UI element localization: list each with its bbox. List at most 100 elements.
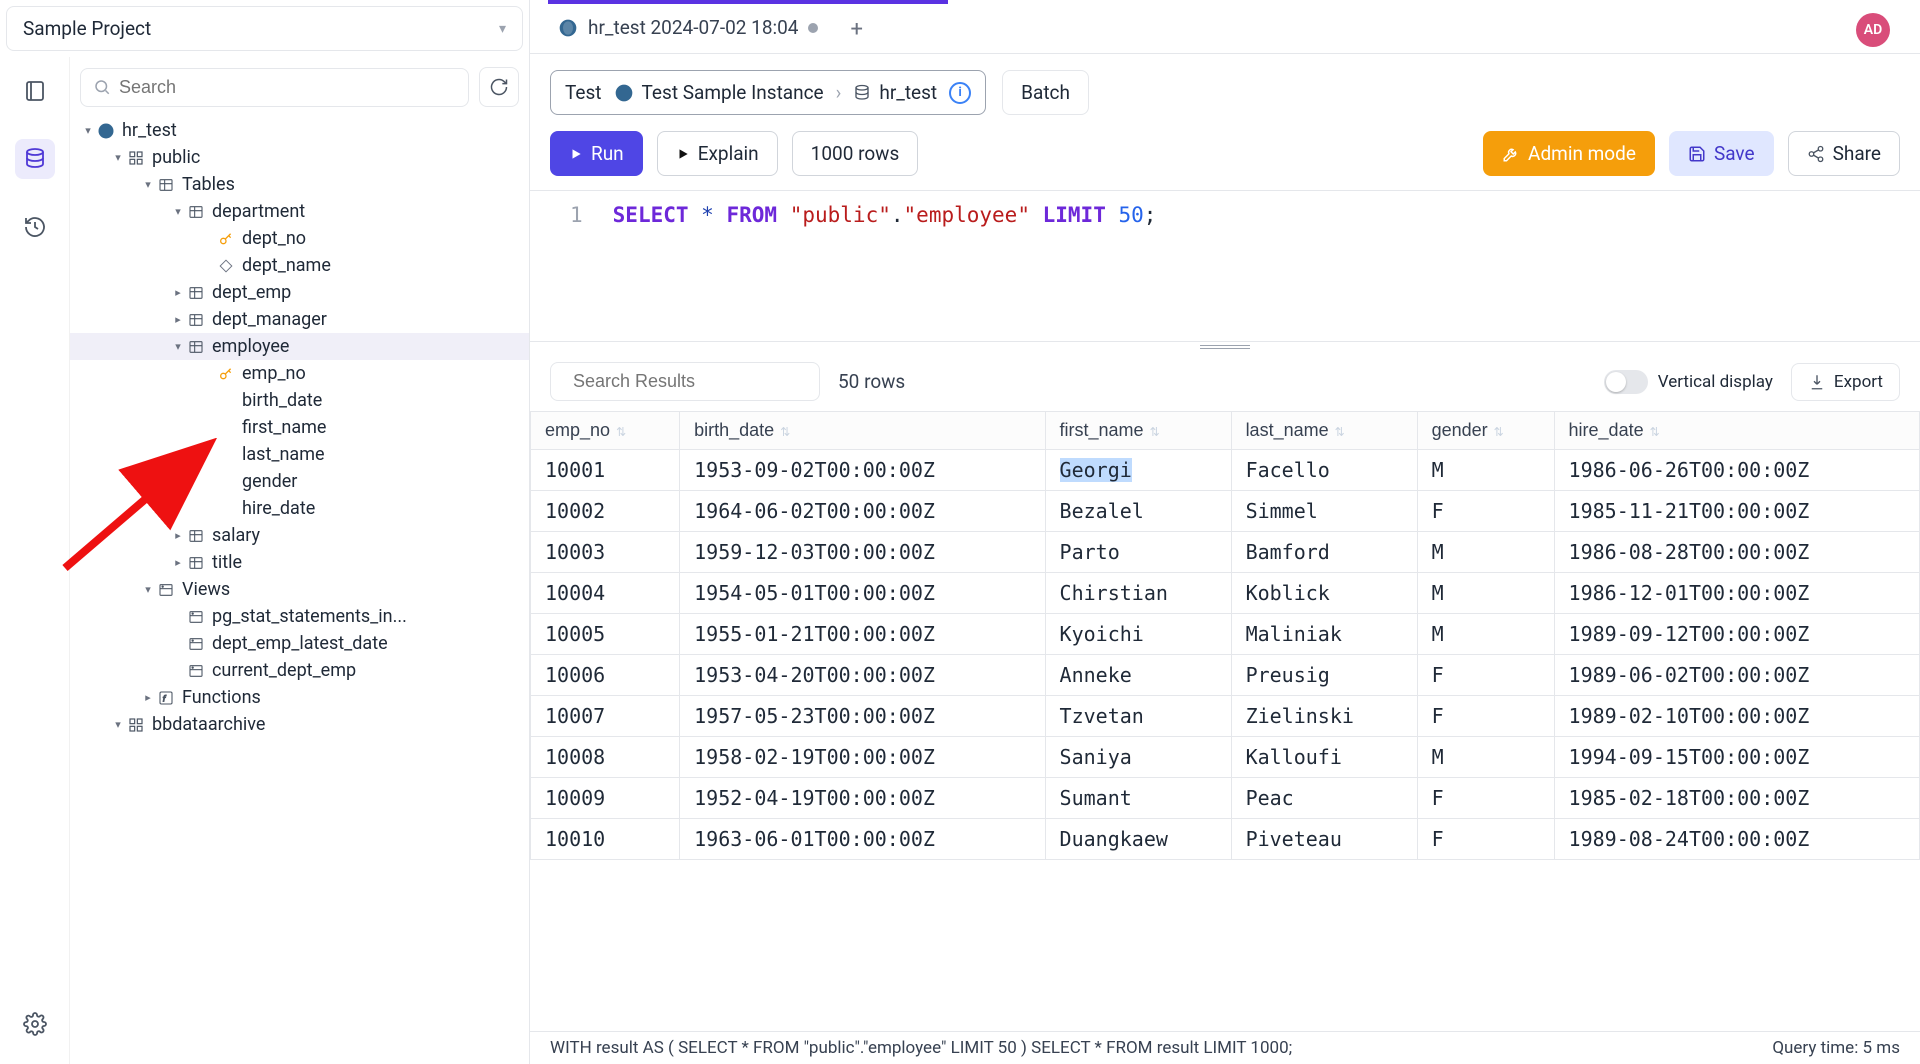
tree-functions[interactable]: ▸fFunctions [70, 684, 529, 711]
tree-empty[interactable] [70, 738, 529, 744]
tree-column-gender[interactable]: gender [70, 468, 529, 495]
col-hire_date[interactable]: hire_date⇅ [1554, 412, 1919, 450]
table-row[interactable]: 100071957-05-23T00:00:00ZTzvetanZielinsk… [531, 696, 1920, 737]
cell[interactable]: 10006 [531, 655, 680, 696]
cell[interactable]: Parto [1045, 532, 1231, 573]
cell[interactable]: 10008 [531, 737, 680, 778]
table-row[interactable]: 100081958-02-19T00:00:00ZSaniyaKalloufiM… [531, 737, 1920, 778]
cell[interactable]: 1985-02-18T00:00:00Z [1554, 778, 1919, 819]
table-row[interactable]: 100021964-06-02T00:00:00ZBezalelSimmelF1… [531, 491, 1920, 532]
cell[interactable]: 1953-09-02T00:00:00Z [680, 450, 1045, 491]
table-row[interactable]: 100041954-05-01T00:00:00ZChirstianKoblic… [531, 573, 1920, 614]
results-search[interactable] [550, 362, 820, 401]
cell[interactable]: 1986-06-26T00:00:00Z [1554, 450, 1919, 491]
breadcrumb[interactable]: Test Test Sample Instance › hr_test i [550, 70, 986, 115]
cell[interactable]: M [1417, 614, 1554, 655]
col-first_name[interactable]: first_name⇅ [1045, 412, 1231, 450]
tree-table-salary[interactable]: ▸salary [70, 522, 529, 549]
cell[interactable]: Duangkaew [1045, 819, 1231, 860]
cell[interactable]: 1989-09-12T00:00:00Z [1554, 614, 1919, 655]
cell[interactable]: Maliniak [1231, 614, 1417, 655]
share-button[interactable]: Share [1788, 131, 1900, 176]
table-row[interactable]: 100031959-12-03T00:00:00ZPartoBamfordM19… [531, 532, 1920, 573]
rail-settings-icon[interactable] [15, 1004, 55, 1044]
col-emp_no[interactable]: emp_no⇅ [531, 412, 680, 450]
cell[interactable]: F [1417, 819, 1554, 860]
cell[interactable]: M [1417, 737, 1554, 778]
cell[interactable]: 10007 [531, 696, 680, 737]
cell[interactable]: Zielinski [1231, 696, 1417, 737]
cell[interactable]: Bamford [1231, 532, 1417, 573]
tree-column-hire_date[interactable]: hire_date [70, 495, 529, 522]
cell[interactable]: 10010 [531, 819, 680, 860]
cell[interactable]: 10003 [531, 532, 680, 573]
cell[interactable]: 1959-12-03T00:00:00Z [680, 532, 1045, 573]
tree-column-emp_no[interactable]: emp_no [70, 360, 529, 387]
cell[interactable]: F [1417, 696, 1554, 737]
batch-button[interactable]: Batch [1002, 70, 1089, 115]
rail-database-icon[interactable] [15, 139, 55, 179]
tree-schema[interactable]: ▾public [70, 144, 529, 171]
cell[interactable]: Chirstian [1045, 573, 1231, 614]
results-drag-handle[interactable] [530, 342, 1920, 352]
tree-view[interactable]: dept_emp_latest_date [70, 630, 529, 657]
tree-column-last_name[interactable]: last_name [70, 441, 529, 468]
cell[interactable]: 10009 [531, 778, 680, 819]
cell[interactable]: 1994-09-15T00:00:00Z [1554, 737, 1919, 778]
tree-table-employee[interactable]: ▾employee [70, 333, 529, 360]
cell[interactable]: Simmel [1231, 491, 1417, 532]
cell[interactable]: 1964-06-02T00:00:00Z [680, 491, 1045, 532]
cell[interactable]: Kalloufi [1231, 737, 1417, 778]
col-gender[interactable]: gender⇅ [1417, 412, 1554, 450]
refresh-button[interactable] [479, 67, 519, 107]
cell[interactable]: M [1417, 573, 1554, 614]
project-selector[interactable]: Sample Project ▾ [6, 6, 523, 51]
breadcrumb-instance[interactable]: Test Sample Instance [614, 81, 824, 104]
breadcrumb-db[interactable]: hr_test [853, 81, 937, 104]
tree-schema-archive[interactable]: ▾bbdataarchive [70, 711, 529, 738]
cell[interactable]: 10004 [531, 573, 680, 614]
table-row[interactable]: 100101963-06-01T00:00:00ZDuangkaewPivete… [531, 819, 1920, 860]
results-table[interactable]: emp_no⇅birth_date⇅first_name⇅last_name⇅g… [530, 411, 1920, 860]
table-row[interactable]: 100061953-04-20T00:00:00ZAnnekePreusigF1… [531, 655, 1920, 696]
cell[interactable]: 1989-08-24T00:00:00Z [1554, 819, 1919, 860]
table-row[interactable]: 100091952-04-19T00:00:00ZSumantPeacF1985… [531, 778, 1920, 819]
cell[interactable]: 1953-04-20T00:00:00Z [680, 655, 1045, 696]
cell[interactable]: Preusig [1231, 655, 1417, 696]
cell[interactable]: 1989-02-10T00:00:00Z [1554, 696, 1919, 737]
tree-views[interactable]: ▾Views [70, 576, 529, 603]
tab-add[interactable]: + [850, 17, 862, 42]
cell[interactable]: F [1417, 778, 1554, 819]
tree-table-dept_manager[interactable]: ▸dept_manager [70, 306, 529, 333]
tree-search-input[interactable] [119, 77, 456, 98]
cell[interactable]: 10002 [531, 491, 680, 532]
cell[interactable]: F [1417, 491, 1554, 532]
cell[interactable]: 1955-01-21T00:00:00Z [680, 614, 1045, 655]
cell[interactable]: Piveteau [1231, 819, 1417, 860]
table-row[interactable]: 100051955-01-21T00:00:00ZKyoichiMaliniak… [531, 614, 1920, 655]
cell[interactable]: Tzvetan [1045, 696, 1231, 737]
rail-project-icon[interactable] [15, 71, 55, 111]
table-row[interactable]: 100011953-09-02T00:00:00ZGeorgiFacelloM1… [531, 450, 1920, 491]
cell[interactable]: M [1417, 450, 1554, 491]
cell[interactable]: 1958-02-19T00:00:00Z [680, 737, 1045, 778]
cell[interactable]: 1985-11-21T00:00:00Z [1554, 491, 1919, 532]
export-button[interactable]: Export [1791, 363, 1900, 401]
vertical-display-toggle[interactable] [1604, 370, 1648, 394]
cell[interactable]: 1963-06-01T00:00:00Z [680, 819, 1045, 860]
results-search-input[interactable] [573, 371, 805, 392]
tree-view[interactable]: pg_stat_statements_in... [70, 603, 529, 630]
cell[interactable]: Saniya [1045, 737, 1231, 778]
cell[interactable]: 10001 [531, 450, 680, 491]
cell[interactable]: Anneke [1045, 655, 1231, 696]
sql-editor[interactable]: 1 SELECT * FROM "public"."employee" LIMI… [530, 191, 1920, 341]
editor-tab[interactable]: hr_test 2024-07-02 18:04 [550, 8, 832, 51]
cell[interactable]: Koblick [1231, 573, 1417, 614]
tree-column-birth_date[interactable]: birth_date [70, 387, 529, 414]
cell[interactable]: 1986-08-28T00:00:00Z [1554, 532, 1919, 573]
cell[interactable]: 1989-06-02T00:00:00Z [1554, 655, 1919, 696]
cell[interactable]: 1954-05-01T00:00:00Z [680, 573, 1045, 614]
cell[interactable]: F [1417, 655, 1554, 696]
tree-table-dept_emp[interactable]: ▸dept_emp [70, 279, 529, 306]
tree-column-dept_name[interactable]: dept_name [70, 252, 529, 279]
